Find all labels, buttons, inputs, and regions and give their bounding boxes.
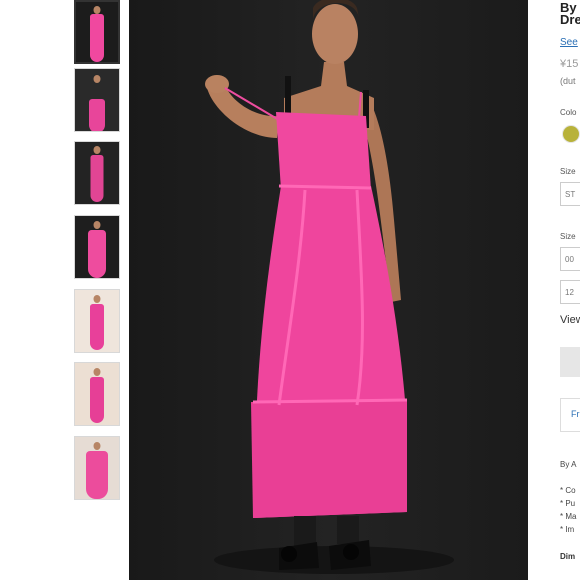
bullet-1: * Co [560, 486, 576, 495]
thumbnail-7[interactable] [74, 436, 120, 500]
size-option-00[interactable]: 00 [560, 247, 580, 271]
color-label: Colo [560, 108, 577, 117]
add-to-bag-button[interactable] [560, 347, 580, 377]
main-product-image[interactable] [129, 0, 528, 580]
thumbnail-5[interactable] [74, 289, 120, 353]
thumbnail-4[interactable] [74, 215, 120, 279]
thumbnail-2[interactable] [74, 68, 120, 132]
bullet-4: * Im [560, 525, 575, 534]
size-label: Size [560, 232, 576, 241]
thumbnail-3[interactable] [74, 141, 120, 205]
size-option-12[interactable]: 12 [560, 280, 580, 304]
by-brand-text: By A [560, 460, 577, 469]
see-link[interactable]: See [560, 37, 578, 48]
thumbnail-6[interactable] [74, 362, 120, 426]
price: ¥15 [560, 58, 579, 70]
size-type-label: Size [560, 167, 576, 176]
bullet-2: * Pu [560, 499, 576, 508]
product-info-panel: By Dre See ¥15 (dut Colo Size ST Size 00… [558, 0, 580, 580]
duty-note: (dut [560, 76, 576, 86]
dimensions-label: Dim [560, 552, 576, 561]
color-swatch[interactable] [562, 125, 580, 143]
thumbnail-1[interactable] [74, 0, 120, 64]
dress-illustration [205, 0, 454, 574]
bullet-3: * Ma [560, 512, 577, 521]
free-shipping-box[interactable]: Fr [560, 398, 580, 432]
view-size-guide[interactable]: View [560, 314, 580, 326]
size-type-option[interactable]: ST [560, 182, 580, 206]
product-title: Dre [560, 12, 580, 27]
